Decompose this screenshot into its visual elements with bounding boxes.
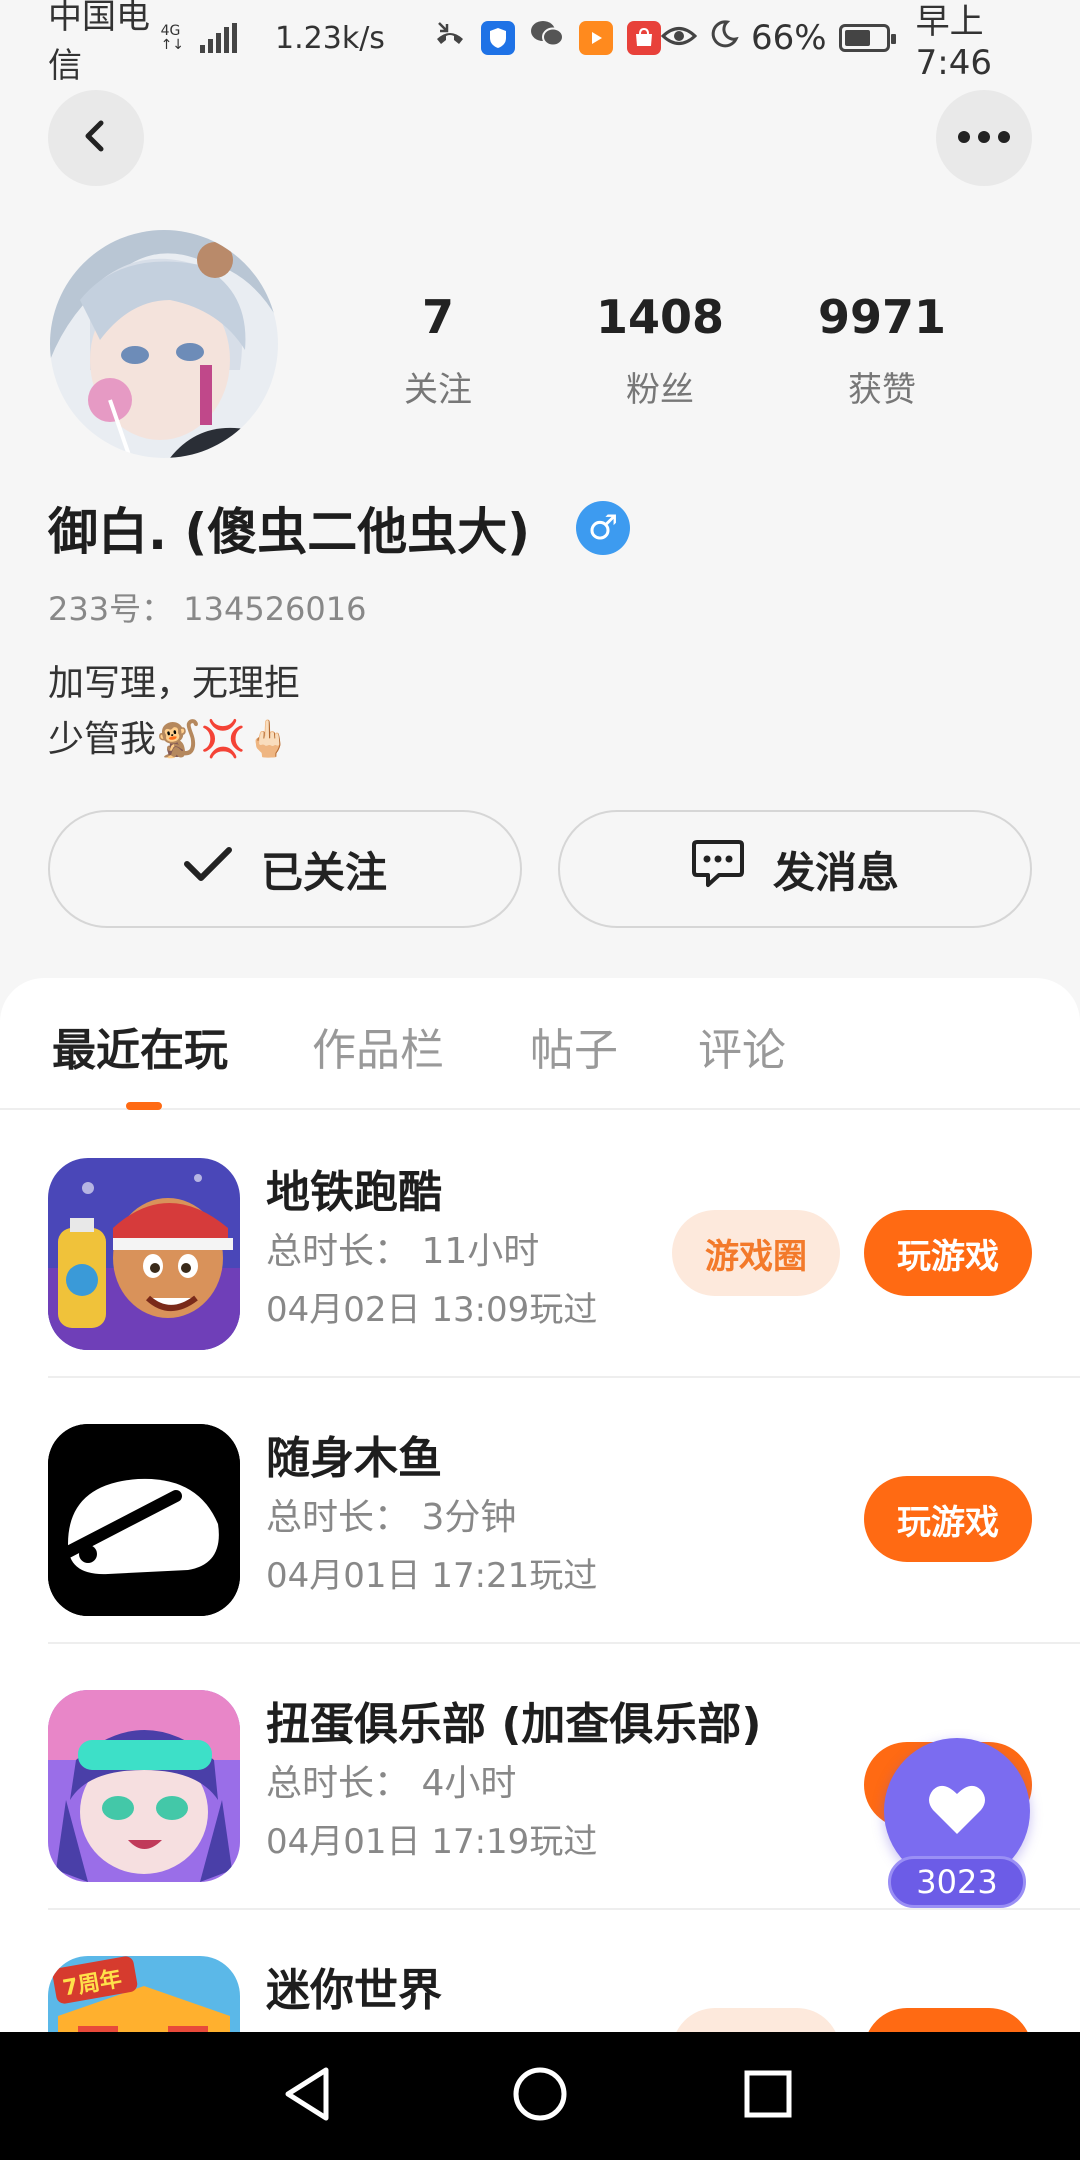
- nav-home-button[interactable]: [508, 2064, 572, 2128]
- message-label: 发消息: [772, 847, 899, 897]
- game-row[interactable]: 7周年 迷你世界: [48, 1910, 1080, 2032]
- game-total-duration: 总时长： 11小时: [266, 1231, 540, 1272]
- stat-likes[interactable]: 9971 获赞: [792, 290, 972, 411]
- battery-icon: [838, 24, 896, 52]
- followed-button[interactable]: 已关注: [48, 810, 522, 928]
- bio: 加写理，无理拒 少管我🐒💢🖕🏻: [48, 656, 300, 768]
- heart-icon: [927, 1782, 987, 1840]
- nav-recents-button[interactable]: [736, 2064, 800, 2128]
- stat-label: 获赞: [848, 370, 916, 410]
- game-icon-subway-surfers: [48, 1158, 240, 1350]
- video-app-icon: [578, 21, 613, 55]
- check-icon: [183, 844, 233, 894]
- carrier-label: 中国电信: [48, 0, 150, 86]
- game-icon-mini-world: 7周年: [48, 1956, 240, 2032]
- chat-bubble-icon: [691, 838, 745, 900]
- wechat-icon: [529, 18, 565, 59]
- network-type-indicator: 4G ↑↓: [161, 24, 184, 52]
- bio-line: 少管我🐒💢🖕🏻: [48, 719, 291, 760]
- game-total-duration: 总时长： 4小时: [266, 1763, 517, 1804]
- tab-recently-played[interactable]: 最近在玩: [52, 1014, 228, 1078]
- followed-label: 已关注: [260, 847, 387, 897]
- game-last-played: 04月01日 17:21玩过: [266, 1556, 598, 1596]
- stat-label: 粉丝: [626, 370, 694, 410]
- message-button[interactable]: 发消息: [558, 810, 1032, 928]
- stat-followers[interactable]: 1408 粉丝: [570, 290, 750, 411]
- game-circle-button[interactable]: [672, 2008, 840, 2032]
- back-button[interactable]: [48, 90, 144, 186]
- play-game-button[interactable]: 玩游戏: [864, 1476, 1032, 1562]
- square-recents-icon: [743, 2069, 793, 2123]
- game-last-played: 04月02日 13:09玩过: [266, 1290, 598, 1330]
- stat-number: 9971: [817, 290, 947, 344]
- tab-works[interactable]: 作品栏: [312, 1014, 444, 1078]
- network-speed: 1.23k/s: [275, 20, 385, 56]
- username: 御白. (傻虫二他虫大): [48, 503, 531, 561]
- game-name: 随身木鱼: [266, 1433, 442, 1484]
- male-icon: ♂: [576, 501, 631, 555]
- game-name: 扭蛋俱乐部 (加查俱乐部): [266, 1699, 762, 1750]
- network-activity-label: ↑↓: [160, 37, 185, 53]
- bio-line: 加写理，无理拒: [48, 663, 301, 704]
- username-row: 御白. (傻虫二他虫大) ♂: [48, 492, 631, 564]
- like-count-badge: 3023: [888, 1856, 1026, 1908]
- user-id: 233号： 134526016: [48, 590, 367, 628]
- game-row[interactable]: 随身木鱼 总时长： 3分钟 04月01日 17:21玩过 玩游戏: [48, 1378, 1080, 1644]
- clock: 早上7:46: [915, 1, 993, 83]
- network-type-label: 4G: [160, 23, 181, 39]
- missed-call-icon: [433, 17, 467, 60]
- game-total-duration: 总时长： 3分钟: [266, 1497, 517, 1538]
- game-circle-button[interactable]: 游戏圈: [672, 1210, 840, 1296]
- system-nav-bar: [0, 2032, 1080, 2160]
- stat-following[interactable]: 7 关注: [348, 290, 528, 411]
- battery-percent: 66%: [750, 18, 827, 58]
- status-bar: 中国电信 4G ↑↓ 1.23k/s 66% 早上7:46: [0, 0, 1080, 86]
- nav-back-button[interactable]: [276, 2064, 340, 2128]
- tab-indicator: [126, 1102, 162, 1110]
- game-name: 迷你世界: [266, 1965, 442, 2016]
- circle-home-icon: [512, 2066, 568, 2126]
- play-game-button[interactable]: [864, 2008, 1032, 2032]
- stat-number: 1408: [595, 290, 725, 344]
- tab-bar: 最近在玩 作品栏 帖子 评论: [0, 978, 1080, 1110]
- tab-posts[interactable]: 帖子: [530, 1014, 618, 1078]
- eye-icon: [660, 18, 698, 58]
- triangle-back-icon: [282, 2066, 334, 2126]
- game-icon-wooden-fish: [48, 1424, 240, 1616]
- game-last-played: 04月01日 17:19玩过: [266, 1822, 598, 1862]
- more-dots-icon: [956, 129, 1012, 148]
- avatar[interactable]: [50, 230, 278, 458]
- chevron-left-icon: [78, 118, 114, 158]
- signal-icon: [200, 23, 238, 53]
- game-name: 地铁跑酷: [266, 1167, 442, 1218]
- stat-number: 7: [421, 290, 454, 344]
- tab-comments[interactable]: 评论: [698, 1014, 786, 1078]
- game-icon-gacha-club: [48, 1690, 240, 1882]
- moon-icon: [709, 18, 739, 58]
- huawei-store-icon: [626, 21, 661, 55]
- stat-label: 关注: [404, 370, 472, 410]
- shield-app-icon: [480, 21, 515, 55]
- more-button[interactable]: [936, 90, 1032, 186]
- play-game-button[interactable]: 玩游戏: [864, 1210, 1032, 1296]
- game-row[interactable]: 地铁跑酷 总时长： 11小时 04月02日 13:09玩过 游戏圈 玩游戏: [48, 1112, 1080, 1378]
